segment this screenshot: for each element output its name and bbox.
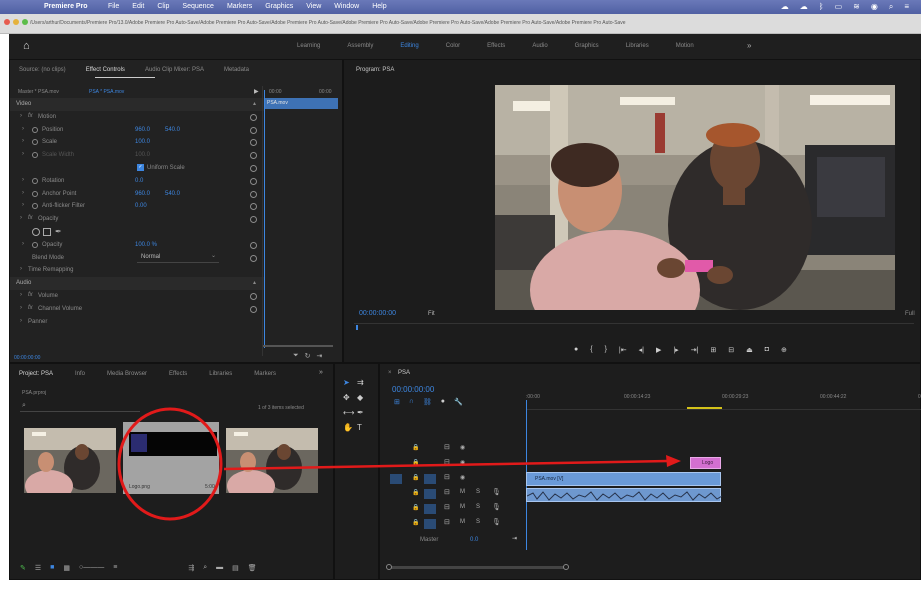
annotation-overlay: [117, 407, 681, 521]
annotation-arrow-line: [223, 459, 669, 471]
annotation-circle: [117, 407, 223, 521]
annotation-arrowhead: [666, 455, 681, 467]
